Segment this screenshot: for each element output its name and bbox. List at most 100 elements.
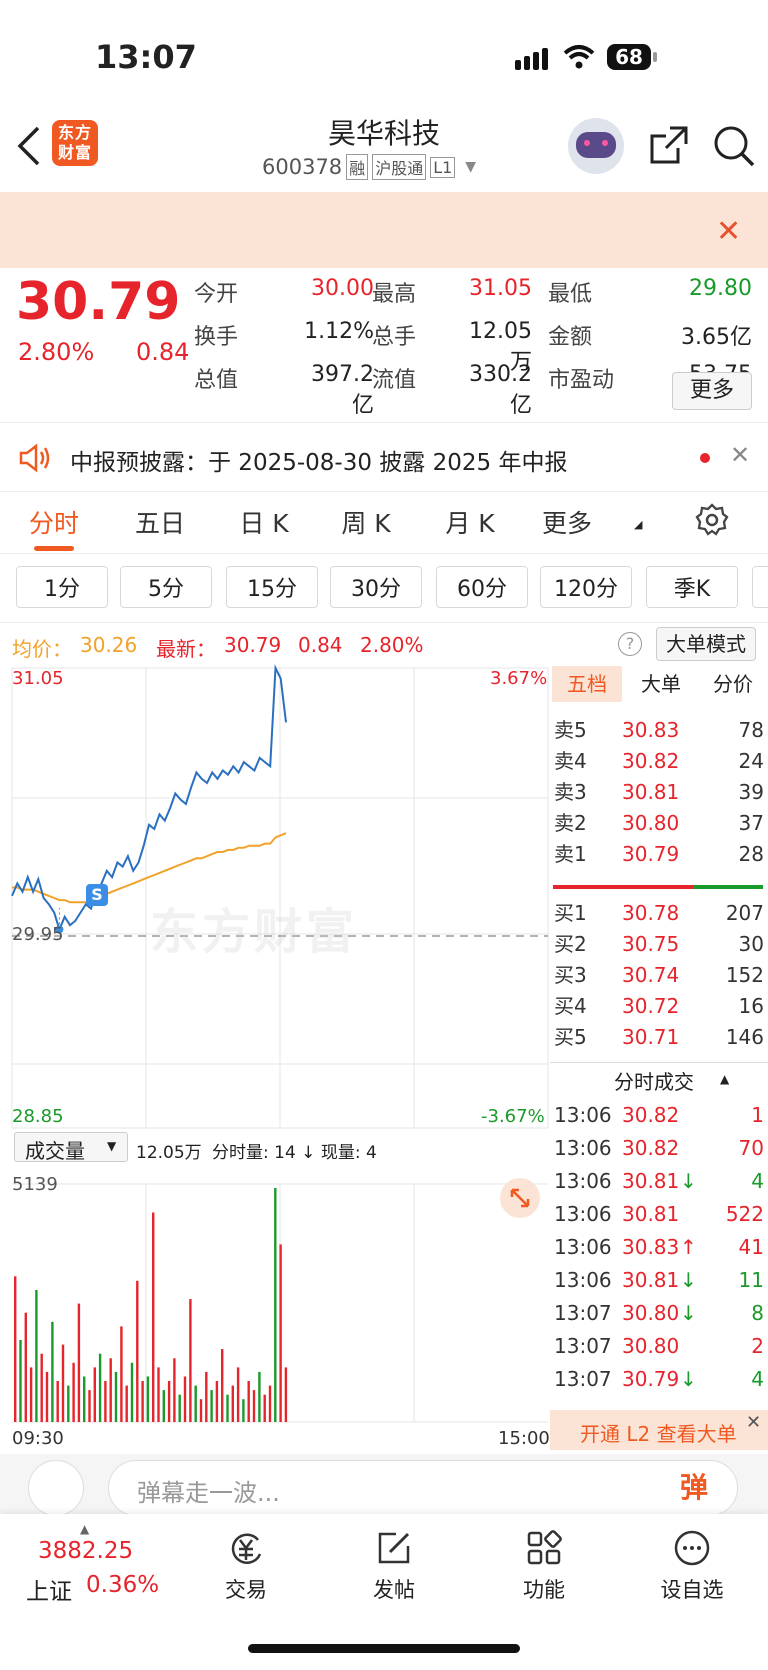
quote-field-label: 最高 — [372, 282, 417, 307]
level-label: 卖4 — [554, 749, 587, 773]
intraday-chart[interactable]: 31.05 3.67% 29.95 28.85 -3.67% 东方财富 S 成交… — [0, 664, 550, 1454]
orderbook-row[interactable]: 买3 30.74 152 — [550, 959, 768, 992]
trade-row[interactable]: 13:06 30.81 ↓ 11 — [550, 1263, 768, 1298]
danmu-toggle-icon[interactable] — [28, 1460, 84, 1516]
info-change: 0.84 — [298, 633, 343, 657]
level-volume: 30 — [738, 932, 764, 956]
tab-4[interactable]: 月 K — [434, 504, 506, 540]
trade-row[interactable]: 13:07 30.79 ↓ 4 — [550, 1362, 768, 1397]
trade-row[interactable]: 13:06 30.82 70 — [550, 1131, 768, 1166]
orderbook-row[interactable]: 卖2 30.80 37 — [550, 807, 768, 840]
price-line — [11, 664, 287, 933]
volume-select[interactable]: 成交量 ▼ — [14, 1132, 128, 1163]
volume-bar — [14, 1276, 17, 1422]
volume-bar — [199, 1399, 203, 1422]
stock-header: 东方财富 昊华科技 600378 融 沪股通 L1 ▼ — [0, 110, 768, 192]
unread-dot — [700, 453, 710, 463]
avg-price: 30.26 — [80, 633, 138, 657]
tab-5[interactable]: 更多 — [532, 504, 602, 540]
chart-svg[interactable] — [0, 664, 550, 1454]
tab-2[interactable]: 日 K — [228, 504, 300, 540]
quote-field-value: 30.00 — [311, 276, 374, 301]
minute-tab-5[interactable]: 120分 — [540, 566, 632, 608]
orderbook-row[interactable]: 卖3 30.81 39 — [550, 776, 768, 809]
tab-3[interactable]: 周 K — [330, 504, 402, 540]
trade-volume: 4 — [751, 1367, 764, 1391]
speaker-icon — [18, 443, 52, 477]
share-icon[interactable] — [648, 124, 690, 170]
badge-margin: 融 — [346, 154, 369, 180]
trade-row[interactable]: 13:06 30.81 ↓ 4 — [550, 1164, 768, 1199]
danmu-input[interactable]: 弹幕走一波... — [108, 1460, 738, 1516]
volume-bar — [29, 1367, 33, 1422]
tab-label: 月 K — [445, 509, 495, 538]
tab-big-orders[interactable]: 大单 — [626, 666, 696, 702]
close-icon[interactable]: ✕ — [716, 214, 741, 249]
orderbook-row[interactable]: 卖5 30.83 78 — [550, 714, 768, 747]
notice-bar[interactable]: 中报预披露：于 2025-08-30 披露 2025 年中报 ✕ — [0, 422, 768, 492]
trade-row[interactable]: 13:07 30.80 ↓ 8 — [550, 1296, 768, 1331]
orderbook-row[interactable]: 买4 30.72 16 — [550, 990, 768, 1023]
trade-price: 30.81 — [622, 1202, 680, 1226]
info-percent: 2.80% — [360, 633, 424, 657]
dropdown-icon[interactable]: ▼ — [465, 159, 476, 175]
up-arrow-icon: ↑ — [680, 1235, 697, 1259]
change-amount: 0.84 — [136, 338, 190, 366]
volume-bar — [247, 1381, 250, 1422]
l2-upsell[interactable]: 开通 L2 查看大单 ✕ — [550, 1410, 768, 1450]
tab-0[interactable]: 分时 — [18, 504, 90, 551]
caret-up-icon[interactable]: ▲ — [720, 1072, 729, 1086]
quote-field-value: 3.65亿 — [681, 325, 752, 350]
tab-price-dist[interactable]: 分价 — [698, 666, 768, 702]
orderbook-row[interactable]: 买2 30.75 30 — [550, 928, 768, 961]
level-price: 30.81 — [622, 780, 680, 804]
expand-icon[interactable] — [500, 1178, 540, 1218]
volume-bar — [242, 1399, 245, 1422]
index-widget[interactable]: ▲ 3882.25 上证 0.36% — [0, 1514, 170, 1624]
tab-label: 周 K — [341, 509, 391, 538]
minute-tab-2[interactable]: 15分 — [226, 566, 318, 608]
time-end-label: 15:00 — [498, 1428, 550, 1449]
volume-bar — [136, 1280, 139, 1422]
trade-row[interactable]: 13:07 30.80 2 — [550, 1329, 768, 1364]
orderbook-row[interactable]: 买1 30.78 207 — [550, 897, 768, 930]
minute-tab-3[interactable]: 30分 — [330, 566, 422, 608]
search-icon[interactable] — [712, 124, 756, 172]
minute-tab-6[interactable]: 季K — [646, 566, 738, 608]
quote-panel: 30.79 2.80% 0.84 今开 30.00 最高 31.05 最低 29.80 换手… — [0, 268, 768, 422]
trade-price: 30.80 — [622, 1334, 680, 1358]
close-l2-icon[interactable]: ✕ — [746, 1412, 761, 1433]
big-order-mode-button[interactable]: 大单模式 — [656, 627, 756, 661]
minute-tab-4[interactable]: 60分 — [436, 566, 528, 608]
panel-tabs: 五档 大单 分价 — [550, 664, 768, 704]
tab-five-levels[interactable]: 五档 — [552, 666, 622, 702]
ad-banner[interactable]: ✕ — [0, 192, 768, 268]
minute-tab-0[interactable]: 1分 — [16, 566, 108, 608]
add-watchlist-label: 设自选 — [660, 1578, 724, 1602]
robot-avatar-icon[interactable] — [568, 118, 624, 174]
orderbook-row[interactable]: 买5 30.71 146 — [550, 1021, 768, 1054]
quote-field-label: 金额 — [548, 325, 593, 350]
more-button[interactable]: 更多 — [672, 372, 752, 410]
volume-bar — [183, 1376, 187, 1422]
quote-field-label: 换手 — [194, 325, 239, 350]
trade-time: 13:07 — [554, 1301, 612, 1325]
trade-row[interactable]: 13:06 30.82 1 — [550, 1098, 768, 1133]
more-caret-icon[interactable]: ◢ — [634, 518, 642, 531]
tab-1[interactable]: 五日 — [124, 504, 196, 540]
level-price: 30.80 — [622, 811, 680, 835]
minute-tab-1[interactable]: 5分 — [120, 566, 212, 608]
danmu-send-icon[interactable]: 弹 — [680, 1466, 708, 1506]
orderbook-row[interactable]: 卖4 30.82 24 — [550, 745, 768, 778]
add-watchlist-button[interactable]: 设自选 — [622, 1514, 762, 1670]
level-label: 买3 — [554, 963, 587, 987]
settings-icon[interactable] — [694, 502, 730, 542]
orderbook-row[interactable]: 卖1 30.79 28 — [550, 838, 768, 871]
close-notice-icon[interactable]: ✕ — [730, 441, 750, 469]
trades-title[interactable]: 分时成交 — [614, 1066, 694, 1095]
minute-tab-overflow[interactable] — [752, 566, 768, 608]
trade-row[interactable]: 13:06 30.83 ↑ 41 — [550, 1230, 768, 1265]
trade-row[interactable]: 13:06 30.81 522 — [550, 1197, 768, 1232]
signal-marker[interactable]: S — [86, 884, 108, 906]
help-icon[interactable]: ? — [618, 632, 642, 656]
